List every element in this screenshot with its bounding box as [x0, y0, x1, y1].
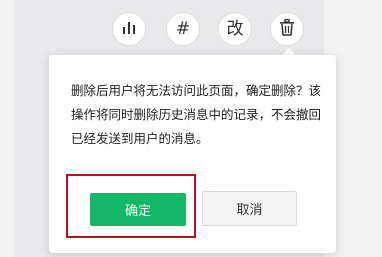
confirm-message: 删除后用户将无法访问此页面，确定删除？该操作将同时删除历史消息中的记录，不会撤回… — [71, 83, 322, 146]
confirm-button[interactable]: 确定 — [90, 193, 186, 226]
cancel-button[interactable]: 取消 — [202, 191, 297, 226]
left-panel — [0, 0, 14, 257]
hash-button[interactable]: # — [166, 12, 200, 46]
delete-confirm-popover: 删除后用户将无法访问此页面，确定删除？该操作将同时删除历史消息中的记录，不会撤回… — [49, 55, 336, 253]
edit-button[interactable]: 改 — [218, 12, 252, 46]
edit-text-icon: 改 — [226, 18, 244, 39]
bar-chart-icon — [121, 19, 137, 39]
trash-icon — [279, 18, 295, 40]
delete-button[interactable] — [270, 12, 304, 46]
bar-chart-button[interactable] — [112, 12, 146, 46]
hash-icon: # — [175, 18, 191, 39]
